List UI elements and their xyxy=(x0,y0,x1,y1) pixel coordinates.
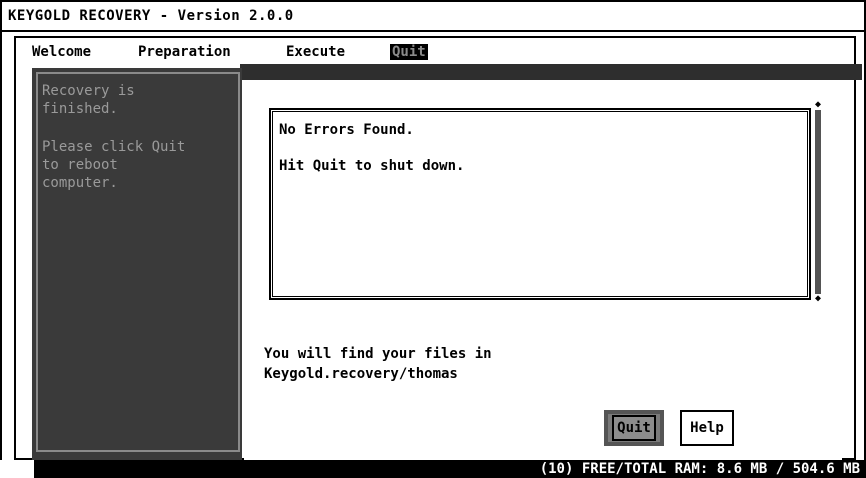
status-bar: (10) FREE/TOTAL RAM: 8.6 MB / 504.6 MB xyxy=(0,460,866,478)
title-bar: KEYGOLD RECOVERY - Version 2.0.0 xyxy=(2,2,864,32)
log-line: No Errors Found. xyxy=(279,122,414,138)
help-button[interactable]: Help xyxy=(680,410,734,446)
sidebar-instruction-line: to reboot xyxy=(42,157,118,173)
log-scrollbar[interactable]: ◆ ◆ xyxy=(812,100,824,308)
log-line: Hit Quit to shut down. xyxy=(279,158,465,174)
menu-item-quit[interactable]: Quit xyxy=(390,44,428,60)
sidebar-instruction-line: Please click Quit xyxy=(42,139,186,155)
sidebar-status-line: Recovery is xyxy=(42,83,135,99)
menu-item-execute[interactable]: Execute xyxy=(286,44,345,60)
sidebar-border xyxy=(36,72,240,452)
menu-divider xyxy=(240,64,862,80)
scroll-up-arrow-icon[interactable]: ◆ xyxy=(813,100,823,110)
files-location-path: Keygold.recovery/thomas xyxy=(264,366,458,382)
scroll-track[interactable] xyxy=(815,106,821,302)
scroll-down-arrow-icon[interactable]: ◆ xyxy=(813,294,823,304)
files-location-label: You will find your files in xyxy=(264,346,492,362)
quit-button[interactable]: Quit xyxy=(604,410,664,446)
sidebar-instruction-line: computer. xyxy=(42,175,118,191)
sidebar-panel: Recovery is finished. Please click Quit … xyxy=(32,68,242,460)
status-bar-corner xyxy=(0,460,36,478)
quit-button-label: Quit xyxy=(612,415,656,441)
menu-item-preparation[interactable]: Preparation xyxy=(138,44,231,60)
help-button-label: Help xyxy=(690,420,724,436)
window-title: KEYGOLD RECOVERY - Version 2.0.0 xyxy=(8,8,294,24)
menu-item-welcome[interactable]: Welcome xyxy=(32,44,91,60)
sidebar-status-line: finished. xyxy=(42,101,118,117)
message-log: No Errors Found. Hit Quit to shut down. xyxy=(269,108,811,300)
ram-status: (10) FREE/TOTAL RAM: 8.6 MB / 504.6 MB xyxy=(539,461,860,477)
